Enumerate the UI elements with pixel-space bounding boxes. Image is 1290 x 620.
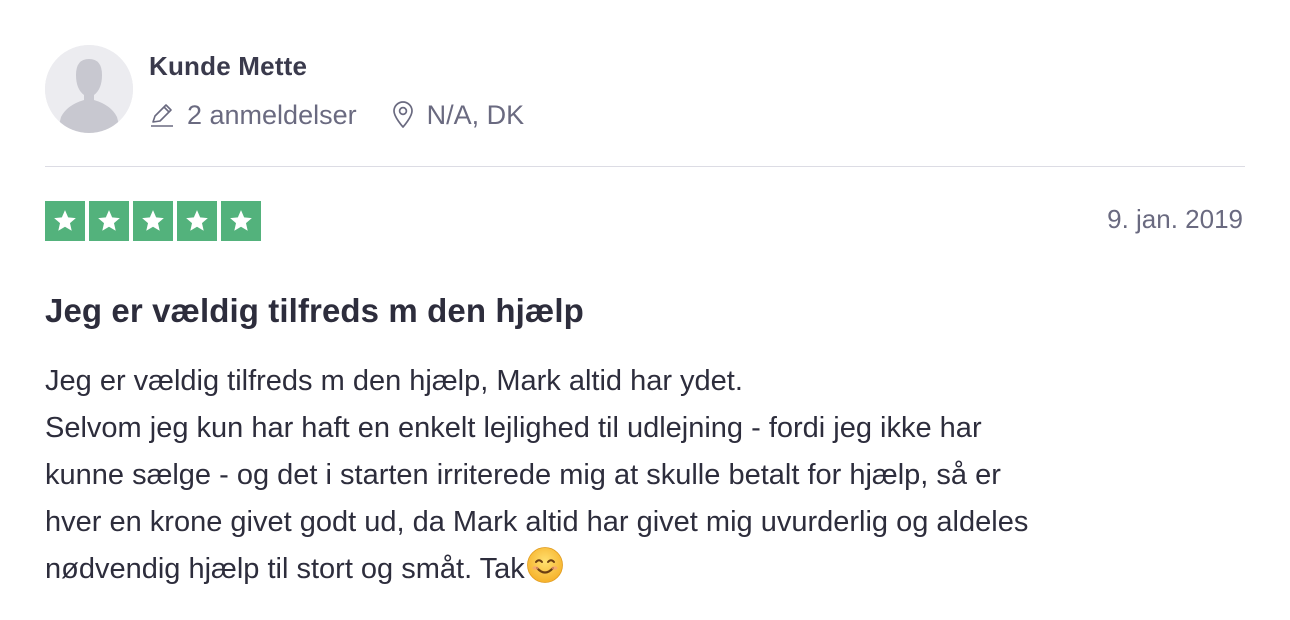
divider — [45, 166, 1245, 167]
review-body-line: kunne sælge - og det i starten irritered… — [45, 459, 1001, 491]
star-icon — [45, 201, 85, 241]
review-body-last-line: nødvendig hjælp til stort og småt. Tak — [45, 546, 1245, 599]
consumer-info: Kunde Mette 2 anmeldelser N/A, DK — [45, 45, 1245, 135]
consumer-name[interactable]: Kunde Mette — [149, 51, 307, 82]
star-rating — [45, 201, 261, 241]
review-body-line: nødvendig hjælp til stort og småt. Tak — [45, 553, 525, 585]
review-title[interactable]: Jeg er vældig tilfreds m den hjælp — [45, 292, 584, 330]
review-body-line: hver en krone givet godt ud, da Mark alt… — [45, 506, 1029, 538]
star-icon — [133, 201, 173, 241]
review-body: Jeg er vældig tilfreds m den hjælp, Mark… — [45, 358, 1245, 599]
star-icon — [89, 201, 129, 241]
review-body-line: Jeg er vældig tilfreds m den hjælp, Mark… — [45, 365, 743, 397]
consumer-meta: 2 anmeldelser N/A, DK — [149, 97, 524, 133]
reviews-count-label: 2 anmeldelser — [187, 99, 357, 130]
avatar[interactable] — [45, 45, 133, 133]
star-icon — [177, 201, 217, 241]
star-icon — [221, 201, 261, 241]
reviews-count: 2 anmeldelser — [149, 100, 357, 131]
consumer-location: N/A, DK — [391, 99, 525, 131]
location-pin-icon — [392, 101, 413, 128]
pencil-icon — [151, 104, 173, 127]
review-date: 9. jan. 2019 — [1107, 204, 1243, 234]
review-card: Kunde Mette 2 anmeldelser N/A, DK 9. jan… — [45, 0, 1245, 620]
location-label: N/A, DK — [426, 99, 525, 130]
smiling-face-emoji-icon — [526, 546, 564, 599]
default-avatar-icon — [45, 45, 133, 133]
review-body-line: Selvom jeg kun har haft en enkelt lejlig… — [45, 412, 982, 444]
